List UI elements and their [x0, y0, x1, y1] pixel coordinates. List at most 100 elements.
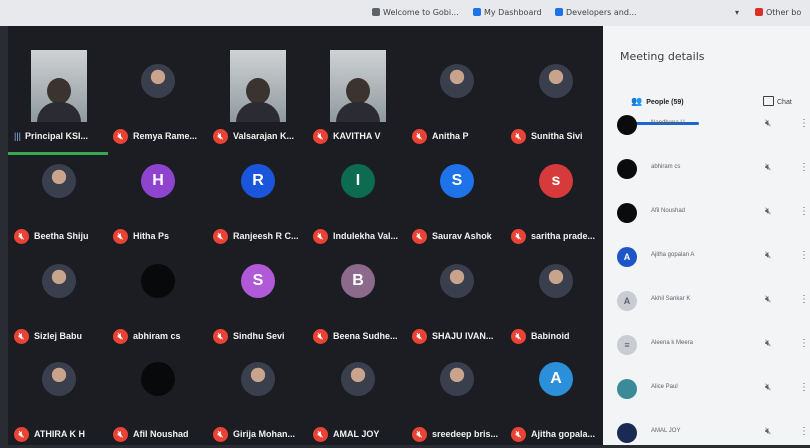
speaking-icon: |||: [14, 131, 22, 141]
more-options-icon[interactable]: ⋮: [799, 382, 809, 393]
more-options-icon[interactable]: ⋮: [799, 162, 809, 173]
mic-off-icon[interactable]: 🔇︎: [765, 338, 771, 349]
nameplate: 🔇︎ Ranjeesh R C...: [213, 228, 299, 244]
participant-tile[interactable]: 🔇︎ Afil Noushad: [109, 344, 207, 448]
more-options-icon[interactable]: ⋮: [799, 294, 809, 305]
participant-name: Remya Rame...: [133, 131, 198, 141]
participant-name: Anitha P: [432, 131, 469, 141]
video-feed: [31, 50, 87, 122]
nameplate: 🔇︎ Valsarajan K...: [213, 128, 294, 144]
mic-off-icon: 🔇︎: [412, 328, 427, 344]
participant-row[interactable]: Alice Paul 🔇︎ ⋮: [615, 374, 810, 404]
more-options-icon[interactable]: ⋮: [799, 250, 809, 261]
participant-tile[interactable]: s 🔇︎ saritha prade...: [507, 146, 605, 250]
person-silhouette: [37, 102, 81, 122]
participant-row[interactable]: abhiram cs 🔇︎ ⋮: [615, 154, 810, 184]
mic-off-icon[interactable]: 🔇︎: [765, 426, 771, 437]
participant-row[interactable]: ≡ Aleena k Meera 🔇︎ ⋮: [615, 330, 810, 360]
mic-off-icon[interactable]: 🔇︎: [765, 206, 771, 217]
nameplate: 🔇︎ Girija Mohan...: [213, 426, 295, 442]
avatar: B: [341, 264, 375, 298]
mic-off-icon[interactable]: 🔇︎: [765, 250, 771, 261]
participant-row[interactable]: A Akhil Sankar K 🔇︎ ⋮: [615, 286, 810, 316]
participant-tile[interactable]: H 🔇︎ Hitha Ps: [109, 146, 207, 250]
participant-tile[interactable]: 🔇︎ Sunitha Sivi: [507, 46, 605, 150]
more-options-icon[interactable]: ⋮: [799, 118, 809, 129]
avatar: [539, 64, 573, 98]
participant-tile[interactable]: 🔇︎ Sizlej Babu: [10, 246, 108, 350]
participant-tile[interactable]: 🔇︎ AMAL JOY: [309, 344, 407, 448]
participant-tile[interactable]: B 🔇︎ Beena Sudhe...: [309, 246, 407, 350]
participant-row[interactable]: Nandhana U 🔇︎ ⋮: [615, 110, 810, 140]
bookmark-item[interactable]: Welcome to Gobi...: [372, 8, 459, 17]
chevron-down-icon[interactable]: ▾: [735, 8, 739, 17]
people-icon: 👥: [631, 96, 643, 106]
participant-tile[interactable]: 🔇︎ Remya Rame...: [109, 46, 207, 150]
participant-tile[interactable]: 🔇︎ Anitha P: [408, 46, 506, 150]
participant-name: Hitha Ps: [133, 231, 170, 241]
participant-tile[interactable]: 🔇︎ SHAJU IVAN...: [408, 246, 506, 350]
participant-tile[interactable]: 🔇︎ Girija Mohan...: [209, 344, 307, 448]
nameplate: 🔇︎ Sizlej Babu: [14, 328, 82, 344]
bookmark-item[interactable]: My Dashboard: [473, 8, 542, 17]
mic-off-icon: 🔇︎: [412, 128, 427, 144]
avatar: I: [341, 164, 375, 198]
avatar: [241, 362, 275, 396]
participant-tile[interactable]: 🔇︎ sreedeep bris...: [408, 344, 506, 448]
mic-off-icon[interactable]: 🔇︎: [765, 118, 771, 129]
participant-tile[interactable]: 🔇︎ Beetha Shiju: [10, 146, 108, 250]
participant-name: Ajitha gopalan A: [651, 252, 695, 258]
participant-tile[interactable]: 🔇︎ Babinoid: [507, 246, 605, 350]
participant-name: SHAJU IVAN...: [432, 331, 494, 341]
avatar: A: [617, 247, 637, 267]
participant-name: abhiram cs: [651, 164, 681, 170]
participant-name: Beena Sudhe...: [333, 331, 398, 341]
other-bookmarks[interactable]: Other bo: [755, 8, 801, 17]
mic-off-icon[interactable]: 🔇︎: [765, 294, 771, 305]
participant-grid: ||| Principal KSI... 🔇︎ Remya Rame... 🔇︎ Vals…: [8, 26, 603, 445]
nameplate: 🔇︎ Afil Noushad: [113, 426, 189, 442]
mic-off-icon: 🔇︎: [113, 328, 128, 344]
participant-tile[interactable]: 🔇︎ ATHIRA K H: [10, 344, 108, 448]
participant-tile[interactable]: 🔇︎ abhiram cs: [109, 246, 207, 350]
mic-off-icon: 🔇︎: [313, 128, 328, 144]
participant-row[interactable]: A Ajitha gopalan A 🔇︎ ⋮: [615, 242, 810, 272]
person-silhouette: [336, 102, 380, 122]
participant-tile[interactable]: R 🔇︎ Ranjeesh R C...: [209, 146, 307, 250]
nameplate: 🔇︎ Sindhu Sevi: [213, 328, 285, 344]
participant-tile[interactable]: I 🔇︎ Indulekha Val...: [309, 146, 407, 250]
mic-off-icon[interactable]: 🔇︎: [765, 382, 771, 393]
tab-chat[interactable]: Chat: [763, 96, 792, 106]
participant-tile[interactable]: S 🔇︎ Sindhu Sevi: [209, 246, 307, 350]
more-options-icon[interactable]: ⋮: [799, 206, 809, 217]
avatar: [141, 64, 175, 98]
mic-off-icon[interactable]: 🔇︎: [765, 162, 771, 173]
participant-tile[interactable]: 🔇︎ KAVITHA V: [309, 46, 407, 150]
avatar: [440, 362, 474, 396]
more-options-icon[interactable]: ⋮: [799, 426, 809, 437]
avatar: s: [539, 164, 573, 198]
bookmark-icon: [755, 8, 763, 16]
participant-tile[interactable]: S 🔇︎ Saurav Ashok: [408, 146, 506, 250]
nameplate: 🔇︎ Beetha Shiju: [14, 228, 89, 244]
participant-name: Indulekha Val...: [333, 231, 399, 241]
avatar: [539, 264, 573, 298]
participant-name: AMAL JOY: [651, 428, 681, 434]
avatar: S: [440, 164, 474, 198]
participant-tile[interactable]: ||| Principal KSI...: [10, 46, 108, 150]
participant-row[interactable]: Afil Noushad 🔇︎ ⋮: [615, 198, 810, 228]
more-options-icon[interactable]: ⋮: [799, 338, 809, 349]
participant-row[interactable]: AMAL JOY 🔇︎ ⋮: [615, 418, 810, 448]
participant-tile[interactable]: A 🔇︎ Ajitha gopala...: [507, 344, 605, 448]
nameplate: 🔇︎ abhiram cs: [113, 328, 181, 344]
tab-people[interactable]: 👥 People (59): [631, 96, 684, 107]
bookmark-item[interactable]: Developers and...: [555, 8, 637, 17]
mic-off-icon: 🔇︎: [14, 328, 29, 344]
participant-name: Ajitha gopala...: [531, 429, 596, 439]
participant-name: abhiram cs: [133, 331, 181, 341]
participant-tile[interactable]: 🔇︎ Valsarajan K...: [209, 46, 307, 150]
mic-off-icon: 🔇︎: [213, 328, 228, 344]
bookmark-icon: [555, 8, 563, 16]
nameplate: 🔇︎ KAVITHA V: [313, 128, 381, 144]
nameplate: 🔇︎ Anitha P: [412, 128, 469, 144]
